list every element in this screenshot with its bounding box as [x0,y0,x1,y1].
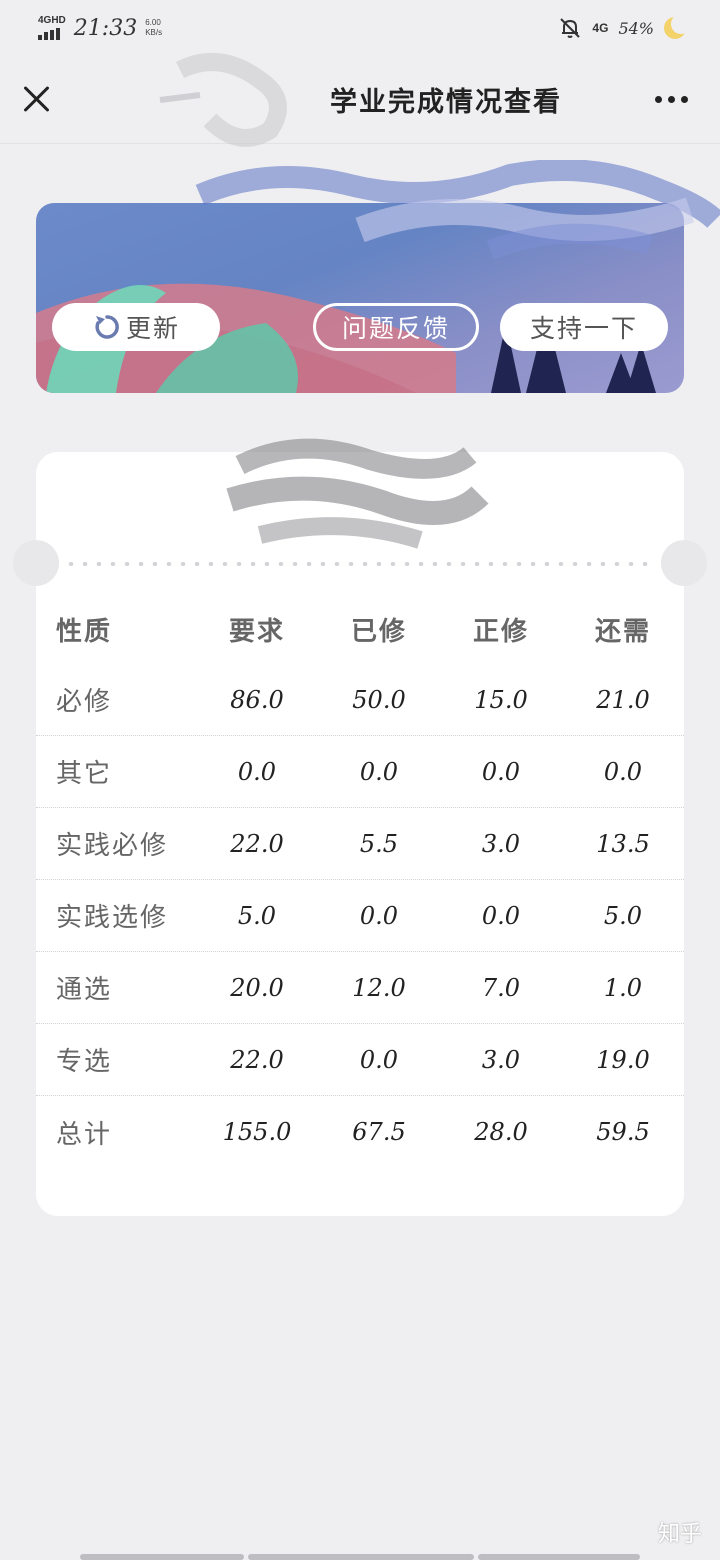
table-header: 性质 要求 已修 正修 还需 [36,594,684,664]
banner-illustration [36,283,656,393]
ticket-notch-left [13,540,59,586]
cell-required: 5.0 [237,901,277,930]
refresh-icon [95,315,119,339]
cell-required: 155.0 [222,1118,292,1146]
header-type: 性质 [56,616,113,647]
signal-type: 4GHD [38,15,66,26]
cell-in-progress: 0.0 [481,901,521,930]
cell-required: 0.0 [237,757,277,786]
table-row-total: 总计 155.0 67.5 28.0 59.5 [36,1096,684,1168]
network-type: 4G [592,21,609,35]
cell-required: 22.0 [230,1045,284,1074]
cell-remaining: 13.5 [596,829,650,858]
table-row: 专选 22.0 0.0 3.0 19.0 [36,1024,684,1096]
cell-required: 22.0 [230,829,284,858]
cell-remaining: 19.0 [596,1045,650,1074]
cell-remaining: 59.5 [596,1118,650,1146]
header-remaining: 还需 [594,616,651,647]
table-row: 必修 86.0 50.0 15.0 21.0 [36,664,684,736]
refresh-label: 更新 [125,314,180,343]
cell-in-progress: 3.0 [481,829,521,858]
row-label: 通选 [56,975,113,1005]
cell-in-progress: 0.0 [481,757,521,786]
row-label: 其它 [56,759,113,789]
header-in-progress: 正修 [472,616,529,647]
cell-in-progress: 15.0 [474,685,528,714]
signal-indicator: 4GHD [38,16,66,40]
zhihu-watermark: 知乎 [657,1522,702,1547]
page-title: 学业完成情况查看 [330,87,562,118]
table-row: 通选 20.0 12.0 7.0 1.0 [36,952,684,1024]
moon-icon [664,14,691,39]
ticket-notch-right [661,540,707,586]
cell-remaining: 0.0 [603,757,643,786]
support-button[interactable]: 支持一下 [500,303,668,351]
feedback-label: 问题反馈 [341,314,450,343]
cell-completed: 50.0 [352,685,406,714]
table-row: 实践选修 5.0 0.0 0.0 5.0 [36,880,684,952]
cell-remaining: 5.0 [603,901,643,930]
header-required: 要求 [228,616,285,647]
support-label: 支持一下 [529,314,638,343]
feedback-button[interactable]: 问题反馈 [313,303,479,351]
cell-in-progress: 28.0 [474,1118,528,1146]
nav-bar: 学业完成情况查看 [0,56,720,144]
row-label: 必修 [56,687,113,717]
net-speed-value: 6.00 [145,18,161,27]
cell-completed: 12.0 [352,973,406,1002]
table-row: 其它 0.0 0.0 0.0 0.0 [36,736,684,808]
cell-remaining: 1.0 [603,973,643,1002]
cell-required: 20.0 [230,973,284,1002]
row-label: 专选 [56,1047,113,1077]
status-right: 4G 54% [558,14,691,40]
signal-bars-icon [38,28,60,40]
net-speed: 6.00 KB/s [145,18,162,38]
row-label: 实践必修 [56,831,169,861]
cell-remaining: 21.0 [596,685,650,714]
gesture-bar [80,1554,640,1560]
close-button[interactable] [20,82,54,116]
header-completed: 已修 [350,616,407,647]
cell-completed: 0.0 [359,1045,399,1074]
credits-table: 性质 要求 已修 正修 还需 必修 86.0 50.0 15.0 21.0 其它… [36,594,684,1168]
refresh-button[interactable]: 更新 [52,303,220,351]
cell-in-progress: 3.0 [481,1045,521,1074]
ticket-divider [64,562,656,566]
cell-required: 86.0 [230,685,284,714]
cell-completed: 0.0 [359,757,399,786]
more-options-button[interactable] [655,96,688,103]
mute-bell-icon [560,18,581,38]
battery-level: 54% [618,18,654,38]
net-speed-unit: KB/s [145,28,163,37]
status-bar: 4GHD 21:33 6.00 KB/s 4G 54% [0,0,720,56]
clock: 21:33 [73,15,138,41]
row-label: 实践选修 [56,903,169,933]
cell-in-progress: 7.0 [481,973,521,1002]
row-label: 总计 [56,1119,113,1150]
cell-completed: 0.0 [359,901,399,930]
banner: 更新 问题反馈 支持一下 [36,203,684,393]
status-left: 4GHD 21:33 6.00 KB/s [38,16,162,41]
cell-completed: 67.5 [352,1118,406,1146]
cell-completed: 5.5 [359,829,399,858]
table-row: 实践必修 22.0 5.5 3.0 13.5 [36,808,684,880]
